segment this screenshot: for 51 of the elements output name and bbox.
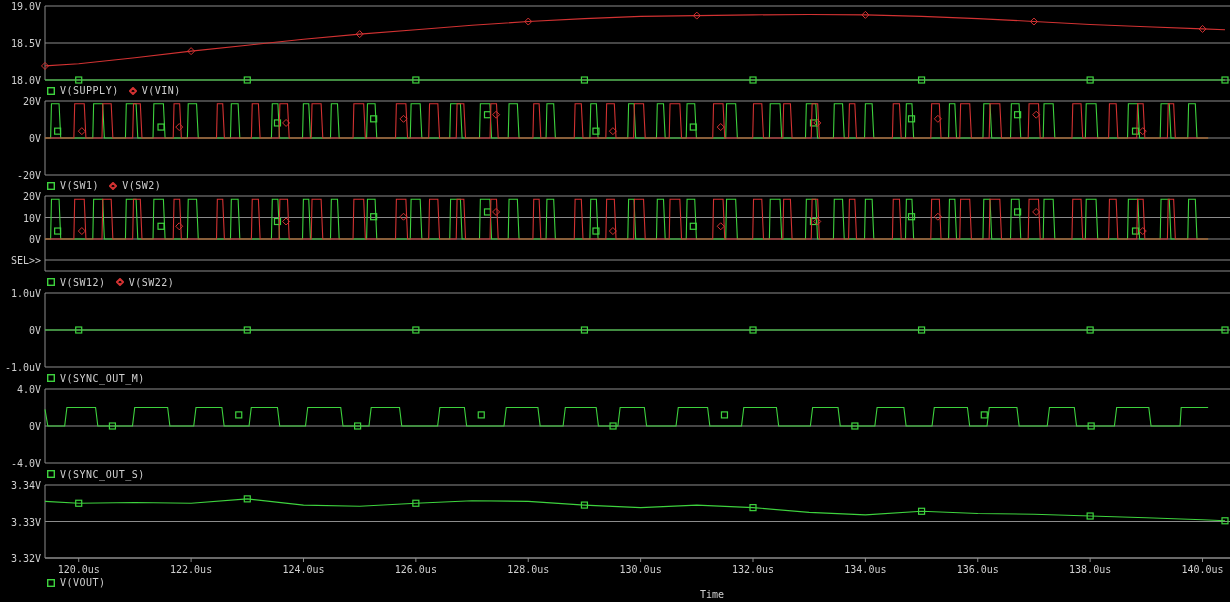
trace-name: V(VIN) [141,85,181,96]
trace-name: V(SW2) [122,180,162,191]
axis-label: 10V [22,212,41,224]
tick-mark [190,557,192,563]
axis-label: 19.0V [10,1,41,12]
axis-label: 138.0us [1069,564,1112,575]
axis-label: -4.0V [10,458,41,469]
axis-label: 122.0us [170,564,213,575]
trace-name: V(VOUT) [60,577,106,588]
tick-mark [640,557,642,563]
axis-label: 136.0us [956,564,999,575]
axis-label: 140.0us [1181,564,1224,575]
tick-mark [527,557,529,563]
axis-label: -20V [16,170,41,181]
trace-name: V(SYNC_OUT_S) [60,468,145,480]
axis-label: 132.0us [731,564,775,575]
trace-name: V(SW1) [60,180,100,191]
trace-name: V(SUPPLY) [60,85,119,96]
axis-label: 18.0V [10,75,41,86]
axis-label: 0V [28,421,41,432]
axis-label: 3.32V [10,553,41,564]
axis-label: -1.0uV [4,362,41,373]
axis-label: 1.0uV [10,288,41,299]
tick-mark [1089,557,1091,563]
axis-label: 134.0us [844,564,887,575]
tick-mark [1202,557,1203,563]
tick-mark [864,557,866,563]
axis-label: 130.0us [619,564,662,575]
axis-label: 120.0us [57,564,100,575]
axis-label: 20V [22,191,41,202]
axis-title: Time [700,589,725,600]
axis-label: 0V [28,234,41,245]
axis-label: 18.5V [10,38,41,49]
selector-label: SEL>> [10,255,41,266]
trace-name: V(SW12) [60,276,106,288]
axis-label: 128.0us [507,564,550,575]
tick-mark [78,557,80,563]
tick-mark [303,557,304,563]
axis-label: 124.0us [282,564,325,575]
axis-label: 20V [22,96,41,107]
axis-label: 0V [28,325,41,336]
axis-label: 4.0V [16,384,41,395]
tick-mark [752,557,754,563]
axis-label: 0V [28,133,41,144]
axis-label: 126.0us [394,564,437,575]
trace-name: V(SYNC_OUT_M) [60,372,145,384]
axis-label: 3.33V [10,516,41,528]
trace-name: V(SW22) [128,276,175,288]
tick-mark [977,557,979,563]
axis-label: 3.34V [10,480,41,491]
tick-mark [415,557,417,563]
